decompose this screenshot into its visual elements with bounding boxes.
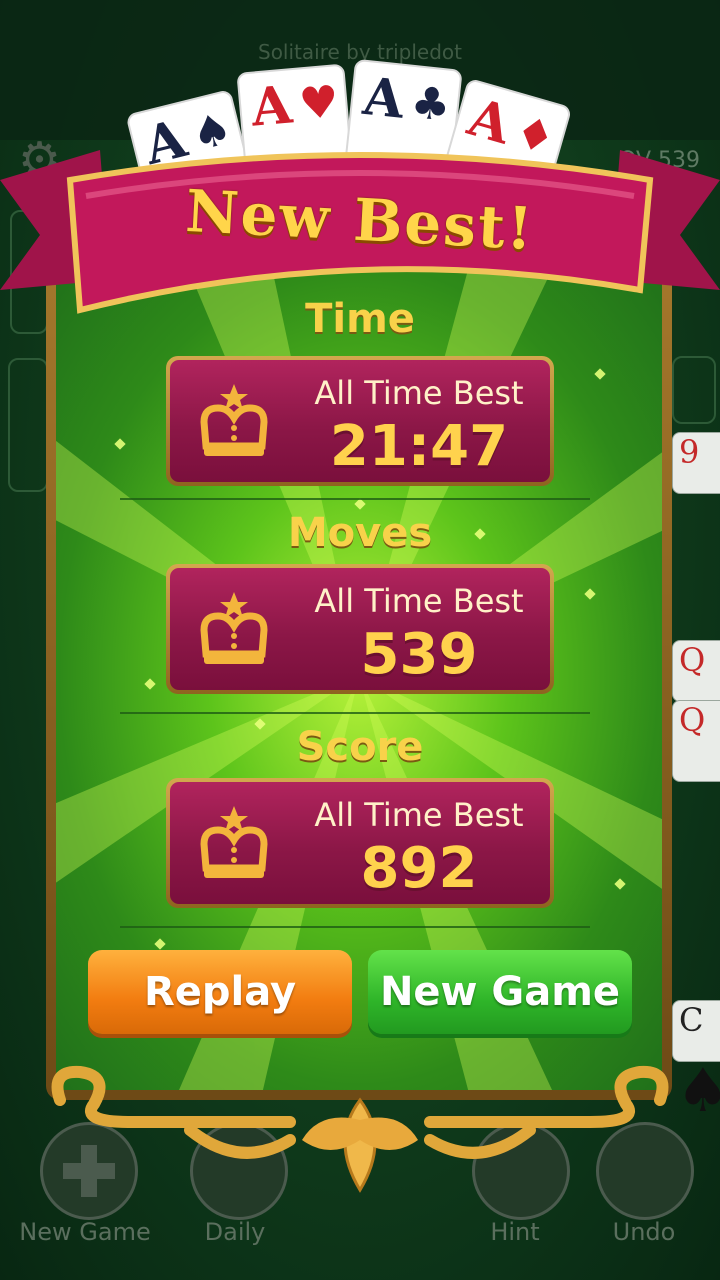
score-best-label: All Time Best (314, 796, 524, 834)
moves-best-box: All Time Best 539 (166, 564, 554, 694)
time-best-label: All Time Best (314, 374, 524, 412)
card-rank: A (360, 65, 407, 131)
foundation-slot (8, 358, 48, 492)
moves-best-value: 539 (360, 622, 478, 687)
time-best-inner: All Time Best 21:47 (170, 360, 550, 482)
score-best-value: 892 (360, 836, 478, 901)
section-divider (120, 712, 590, 714)
crown-icon (200, 806, 268, 878)
tableau-card[interactable]: Q (672, 640, 720, 702)
card-rank: A (248, 74, 295, 139)
score-best-box: All Time Best 892 (166, 778, 554, 908)
crown-icon (200, 384, 268, 456)
tableau-card[interactable]: C (672, 1000, 720, 1062)
club-icon: ♣ (408, 76, 453, 132)
gold-scroll-ornament (51, 1065, 669, 1193)
waste-slot (672, 356, 716, 424)
moves-best-inner: All Time Best 539 (170, 568, 550, 690)
new-game-button[interactable]: New Game (368, 950, 632, 1034)
undo-nav-label[interactable]: Undo (596, 1218, 692, 1246)
score-best-inner: All Time Best 892 (170, 782, 550, 904)
score-section-title: Score (296, 724, 424, 770)
time-best-value: 21:47 (329, 414, 509, 479)
daily-nav-label[interactable]: Daily (180, 1218, 290, 1246)
crown-icon (200, 592, 268, 664)
replay-button[interactable]: Replay (88, 950, 352, 1034)
time-best-box: All Time Best 21:47 (166, 356, 554, 486)
hint-nav-label[interactable]: Hint (470, 1218, 560, 1246)
moves-best-label: All Time Best (314, 582, 524, 620)
moves-section-title: Moves (287, 510, 433, 556)
tableau-card[interactable]: 9 (672, 432, 720, 494)
new-game-nav-label[interactable]: New Game (10, 1218, 160, 1246)
heart-icon: ♥ (297, 76, 341, 131)
section-divider (120, 926, 590, 928)
section-divider (120, 498, 590, 500)
